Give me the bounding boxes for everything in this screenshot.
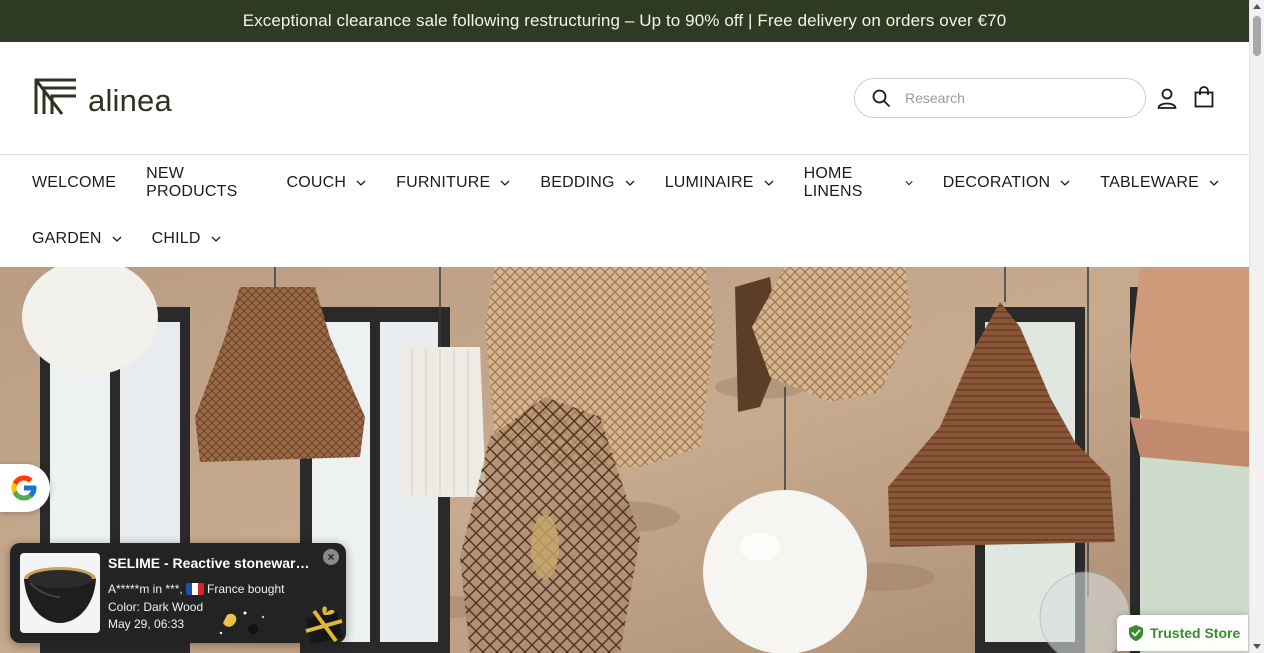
bowl-icon	[24, 567, 96, 623]
google-reviews-badge[interactable]	[0, 464, 50, 512]
trusted-store-label: Trusted Store	[1150, 625, 1241, 641]
nav-item-couch[interactable]: COUCH	[286, 174, 366, 192]
confetti-icon	[219, 611, 265, 635]
recent-purchase-popup[interactable]: SELIME - Reactive stoneware bowl A*****m…	[10, 543, 346, 643]
shopping-bag-icon[interactable]	[1193, 86, 1215, 108]
nav-item-tableware[interactable]: TABLEWARE	[1100, 174, 1219, 192]
nav-item-label: FURNITURE	[396, 174, 491, 191]
close-icon[interactable]: ×	[323, 549, 339, 565]
chevron-down-icon[interactable]	[211, 236, 221, 242]
chevron-down-icon[interactable]	[1060, 180, 1070, 186]
chevron-down-icon[interactable]	[112, 236, 122, 242]
gift-icon	[305, 606, 343, 643]
account-icon[interactable]	[1156, 87, 1178, 109]
purchase-action: bought	[247, 582, 285, 596]
product-variant: Color: Dark Wood	[108, 600, 204, 614]
announcement-text: Exceptional clearance sale following res…	[242, 11, 1007, 30]
nav-row-1: WELCOME NEW PRODUCTS COUCH FURNITURE BEDDING…	[32, 155, 1249, 211]
main-navigation: WELCOME NEW PRODUCTS COUCH FURNITURE BEDDING…	[0, 155, 1249, 267]
france-flag-icon	[186, 583, 205, 595]
chevron-down-icon[interactable]	[356, 180, 366, 186]
chevron-down-icon[interactable]	[500, 180, 510, 186]
chevron-down-icon[interactable]	[905, 180, 913, 186]
nav-item-bedding[interactable]: BEDDING	[540, 174, 635, 192]
trusted-store-badge[interactable]: Trusted Store	[1117, 615, 1248, 651]
chevron-down-icon[interactable]	[764, 180, 774, 186]
google-icon	[11, 475, 37, 501]
nav-item-label: TABLEWARE	[1100, 174, 1199, 191]
product-title[interactable]: SELIME - Reactive stoneware bowl	[108, 555, 316, 571]
scroll-thumb[interactable]	[1253, 16, 1261, 56]
brand-logo[interactable]: alinea	[34, 75, 172, 119]
nav-item-label: COUCH	[286, 174, 347, 191]
nav-item-home-linens[interactable]: HOME LINENS	[804, 165, 913, 201]
site-header: alinea	[0, 42, 1249, 155]
buyer-country: France	[207, 582, 245, 596]
shield-check-icon	[1129, 625, 1143, 641]
nav-item-welcome[interactable]: WELCOME	[32, 174, 116, 192]
nav-item-label: LUMINAIRE	[664, 174, 754, 191]
search-bar[interactable]	[854, 78, 1146, 118]
page-scrollbar[interactable]	[1249, 0, 1264, 653]
nav-item-label: HOME LINENS	[803, 165, 863, 200]
nav-item-garden[interactable]: GARDEN	[32, 230, 122, 248]
nav-item-label: CHILD	[151, 230, 201, 247]
search-icon[interactable]	[871, 88, 891, 108]
purchase-info: A*****m in ***, France bought	[108, 582, 284, 596]
purchase-date: May 29, 06:33	[108, 617, 185, 631]
search-input[interactable]	[905, 90, 1125, 106]
nav-item-luminaire[interactable]: LUMINAIRE	[665, 174, 774, 192]
chevron-down-icon[interactable]	[1209, 180, 1219, 186]
nav-item-label: WELCOME	[32, 174, 117, 191]
nav-item-label: NEW PRODUCTS	[146, 165, 238, 200]
brand-mark-icon	[34, 78, 76, 115]
nav-item-label: DECORATION	[942, 174, 1051, 191]
chevron-down-icon[interactable]	[625, 180, 635, 186]
nav-item-label: GARDEN	[32, 230, 102, 247]
nav-row-2: GARDEN CHILD	[32, 211, 251, 267]
announcement-bar: Exceptional clearance sale following res…	[0, 0, 1249, 42]
scroll-down-arrow-icon[interactable]	[1253, 644, 1261, 649]
nav-item-new-products[interactable]: NEW PRODUCTS	[146, 165, 256, 201]
buyer-name: A*****m in ***,	[108, 582, 183, 596]
nav-item-label: BEDDING	[540, 174, 615, 191]
scroll-up-arrow-icon[interactable]	[1253, 4, 1261, 9]
product-thumbnail[interactable]	[20, 553, 100, 633]
nav-item-furniture[interactable]: FURNITURE	[396, 174, 510, 192]
brand-name: alinea	[88, 83, 172, 118]
nav-item-child[interactable]: CHILD	[152, 230, 221, 248]
page: Exceptional clearance sale following res…	[0, 0, 1264, 653]
nav-item-decoration[interactable]: DECORATION	[943, 174, 1070, 192]
